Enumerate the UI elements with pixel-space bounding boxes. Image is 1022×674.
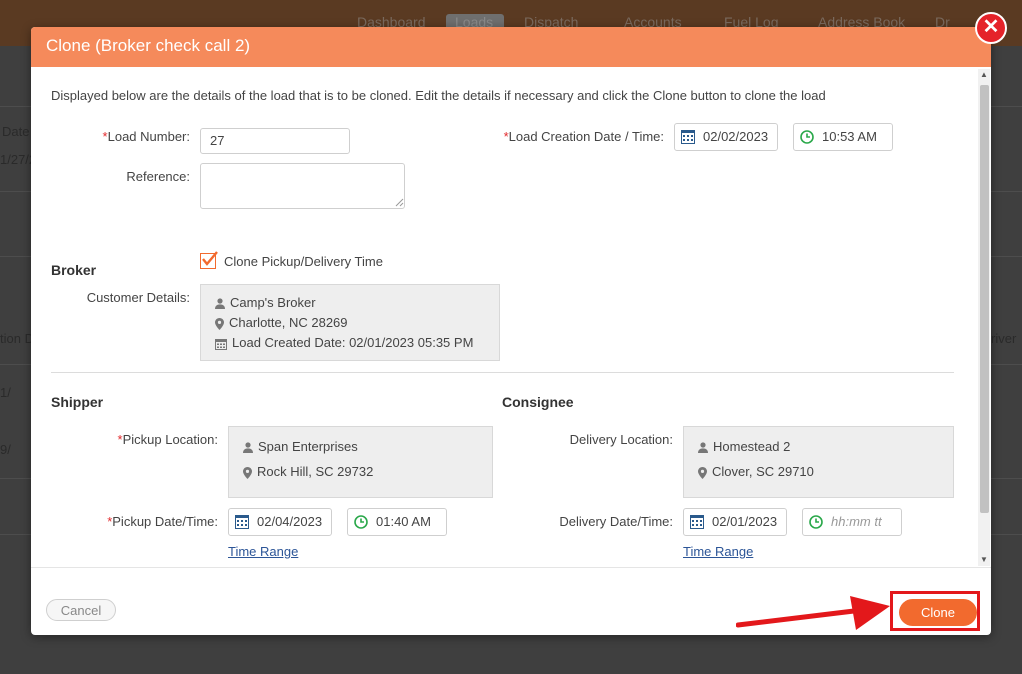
user-icon [698,442,708,454]
checkmark-icon [202,251,218,266]
background-text: tion D [0,331,34,346]
reference-textarea[interactable] [200,163,405,209]
calendar-icon [681,130,695,144]
clone-time-label: Clone Pickup/Delivery Time [224,254,383,269]
reference-label: Reference: [126,169,190,184]
pickup-time-value: 01:40 AM [376,514,431,529]
calendar-icon [235,515,249,529]
broker-section-title: Broker [51,262,97,278]
clock-icon [809,515,823,529]
clone-time-checkbox[interactable] [200,251,218,269]
map-marker-icon [243,466,252,479]
clock-icon [800,130,814,144]
customer-details-label: Customer Details: [86,290,190,305]
pickup-time-range-link[interactable]: Time Range [228,544,298,559]
close-icon[interactable]: ✕ [975,12,1007,44]
shipper-section-title: Shipper [51,394,104,410]
load-number-input[interactable]: 27 [200,128,350,154]
load-creation-label: *Load Creation Date / Time: [503,129,664,144]
clone-button-highlight: Clone [890,591,980,631]
intro-text: Displayed below are the details of the l… [51,88,826,103]
section-divider [51,372,954,373]
background-text: 9/ [0,442,11,457]
load-creation-time-value: 10:53 AM [822,129,877,144]
load-creation-date-value: 02/02/2023 [703,129,769,144]
consignee-name: Homestead 2 [698,439,790,454]
pickup-date-label: *Pickup Date/Time: [107,514,218,529]
delivery-location-box: Homestead 2 Clover, SC 29710 [683,426,954,498]
broker-created-date: Load Created Date: 02/01/2023 05:35 PM [215,335,473,350]
calendar-icon [690,515,704,529]
load-number-label: *Load Number: [102,129,190,144]
delivery-date-label: Delivery Date/Time: [559,514,673,529]
shipper-name: Span Enterprises [243,439,358,454]
pickup-location-box: Span Enterprises Rock Hill, SC 29732 [228,426,493,498]
broker-info-box: Camp's Broker Charlotte, NC 28269 Load C… [200,284,500,361]
delivery-time-range-link[interactable]: Time Range [683,544,753,559]
cancel-button[interactable]: Cancel [46,599,116,621]
load-creation-date-input[interactable]: 02/02/2023 [674,123,778,151]
modal-body[interactable]: Displayed below are the details of the l… [31,69,977,566]
scroll-down-icon[interactable]: ▼ [978,554,990,566]
delivery-location-label: Delivery Location: [569,432,673,447]
delivery-date-value: 02/01/2023 [712,514,778,529]
modal-header: Clone (Broker check call 2) [31,27,991,67]
calendar-icon [215,338,227,350]
load-creation-time-input[interactable]: 10:53 AM [793,123,893,151]
resize-grip-icon[interactable] [395,198,404,207]
user-icon [243,442,253,454]
broker-location: Charlotte, NC 28269 [215,315,348,330]
map-marker-icon [215,317,224,330]
consignee-city: Clover, SC 29710 [698,464,814,479]
clock-icon [354,515,368,529]
clone-modal: Clone (Broker check call 2) Displayed be… [31,27,991,635]
scroll-up-icon[interactable]: ▲ [978,69,990,81]
annotation-arrow-icon [736,596,890,630]
background-text: river [991,331,1017,346]
delivery-date-input[interactable]: 02/01/2023 [683,508,787,536]
pickup-date-input[interactable]: 02/04/2023 [228,508,332,536]
background-text: 1/ [0,385,11,400]
clone-button[interactable]: Clone [899,599,977,626]
shipper-city: Rock Hill, SC 29732 [243,464,373,479]
pickup-time-input[interactable]: 01:40 AM [347,508,447,536]
modal-title: Clone (Broker check call 2) [46,36,251,55]
map-marker-icon [698,466,707,479]
user-icon [215,298,225,310]
modal-scrollbar[interactable]: ▲ ▼ [978,69,990,566]
pickup-date-value: 02/04/2023 [257,514,323,529]
pickup-location-label: *Pickup Location: [117,432,218,447]
delivery-time-placeholder: hh:mm tt [831,514,882,529]
broker-name: Camp's Broker [215,295,316,310]
scroll-thumb[interactable] [980,85,989,513]
delivery-time-input[interactable]: hh:mm tt [802,508,902,536]
background-text: Date [2,124,30,139]
consignee-section-title: Consignee [502,394,574,410]
